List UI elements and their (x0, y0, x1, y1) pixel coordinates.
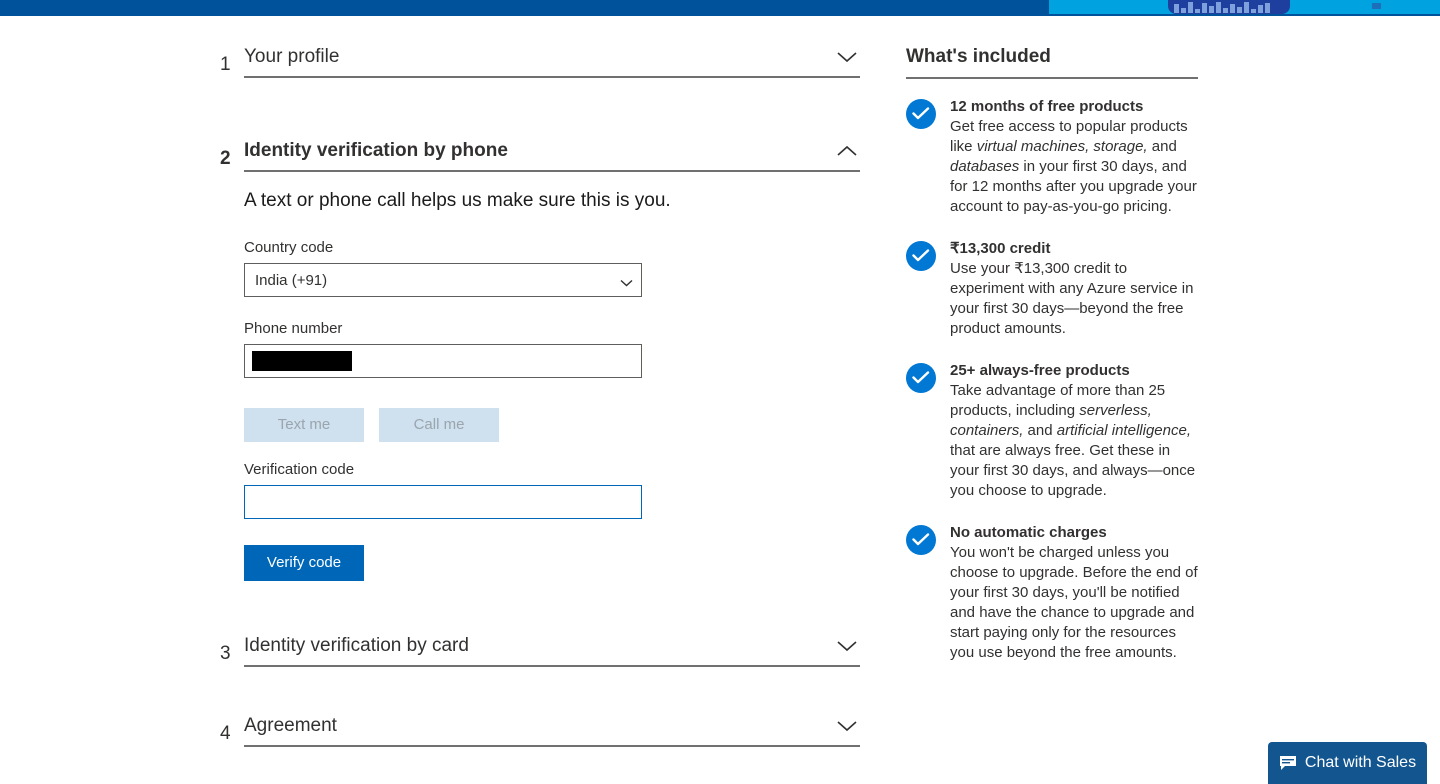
phone-verification-lede: A text or phone call helps us make sure … (244, 190, 671, 211)
whats-included-panel: What's included 12 months of free produc… (906, 44, 1198, 685)
benefits-list: 12 months of free products Get free acces… (906, 97, 1198, 663)
section-title: Identity verification by card (244, 635, 469, 656)
section-header-identity-verification-card[interactable]: 3 Identity verification by card (220, 629, 860, 667)
benefit-body-part: You won't be charged unless you choose t… (950, 544, 1198, 661)
benefit-body-part: virtual machines, storage, (976, 138, 1148, 155)
chat-bubble-icon (1279, 755, 1297, 771)
section-agreement: 4 Agreement (220, 709, 860, 747)
section-number: 4 (220, 723, 231, 744)
benefit-item: 25+ always-free products Take advantage o… (906, 361, 1198, 501)
top-chrome-bars (1174, 1, 1284, 13)
chevron-up-icon[interactable] (836, 144, 858, 158)
section-title: Agreement (244, 715, 337, 736)
benefit-title: ₹13,300 credit (950, 240, 1051, 257)
redaction-bar (252, 351, 352, 371)
verification-code-label: Verification code (244, 461, 355, 478)
chevron-down-icon[interactable] (836, 719, 858, 733)
phone-number-label: Phone number (244, 320, 343, 337)
phone-verification-body: A text or phone call helps us make sure … (220, 172, 860, 581)
benefit-body-part: that are always free. Get these in your … (950, 442, 1196, 499)
benefit-title: No automatic charges (950, 524, 1107, 541)
signup-accordion: 1 Your profile 2 Identity verification b… (220, 40, 860, 747)
section-number: 2 (220, 148, 231, 169)
benefit-text: 12 months of free products Get free acces… (950, 97, 1198, 217)
benefit-body-part: and (1147, 138, 1177, 155)
chevron-down-icon[interactable] (836, 639, 858, 653)
send-code-buttons: Text me Call me (244, 408, 860, 442)
verify-code-button[interactable]: Verify code (244, 545, 364, 581)
check-circle-icon (906, 363, 936, 393)
benefit-body-part: databases (950, 158, 1020, 175)
section-header-your-profile[interactable]: 1 Your profile (220, 40, 860, 78)
country-code-label: Country code (244, 239, 334, 256)
benefit-title: 25+ always-free products (950, 362, 1130, 379)
panel-title: What's included (906, 44, 1198, 79)
section-header-identity-verification-phone[interactable]: 2 Identity verification by phone (220, 134, 860, 172)
country-code-field[interactable]: India (+91) (244, 263, 642, 297)
verification-code-input[interactable] (244, 485, 642, 519)
call-me-button[interactable]: Call me (379, 408, 499, 442)
benefit-body-part: and (1023, 422, 1057, 439)
top-chrome-minimize-icon[interactable] (1372, 3, 1381, 9)
benefit-text: 25+ always-free products Take advantage o… (950, 361, 1198, 501)
chevron-down-icon[interactable] (836, 50, 858, 64)
section-number: 1 (220, 54, 231, 75)
benefit-title: 12 months of free products (950, 98, 1144, 115)
benefit-text: No automatic charges You won't be charged… (950, 523, 1198, 663)
section-title: Identity verification by phone (244, 140, 508, 161)
benefit-item: No automatic charges You won't be charged… (906, 523, 1198, 663)
top-chrome-strip (0, 0, 1440, 16)
chat-with-sales-label: Chat with Sales (1304, 754, 1417, 771)
check-circle-icon (906, 99, 936, 129)
benefit-item: 12 months of free products Get free acces… (906, 97, 1198, 217)
section-identity-verification-card: 3 Identity verification by card (220, 629, 860, 667)
check-circle-icon (906, 241, 936, 271)
section-header-agreement[interactable]: 4 Agreement (220, 709, 860, 747)
section-your-profile: 1 Your profile (220, 40, 860, 78)
benefit-body-part: artificial intelligence, (1056, 422, 1191, 439)
section-identity-verification-phone: 2 Identity verification by phone A text … (220, 134, 860, 581)
check-circle-icon (906, 525, 936, 555)
benefit-item: ₹13,300 credit Use your ₹13,300 credit to… (906, 239, 1198, 339)
section-title: Your profile (244, 46, 340, 67)
chat-with-sales-button[interactable]: Chat with Sales (1268, 742, 1427, 784)
text-me-button[interactable]: Text me (244, 408, 364, 442)
country-code-select[interactable]: India (+91) (244, 263, 642, 297)
benefit-body-part: Use your ₹13,300 credit to experiment wi… (950, 260, 1194, 337)
phone-number-field[interactable] (244, 344, 642, 378)
page-content: 1 Your profile 2 Identity verification b… (0, 16, 1440, 784)
benefit-text: ₹13,300 credit Use your ₹13,300 credit to… (950, 239, 1198, 339)
section-number: 3 (220, 643, 231, 664)
